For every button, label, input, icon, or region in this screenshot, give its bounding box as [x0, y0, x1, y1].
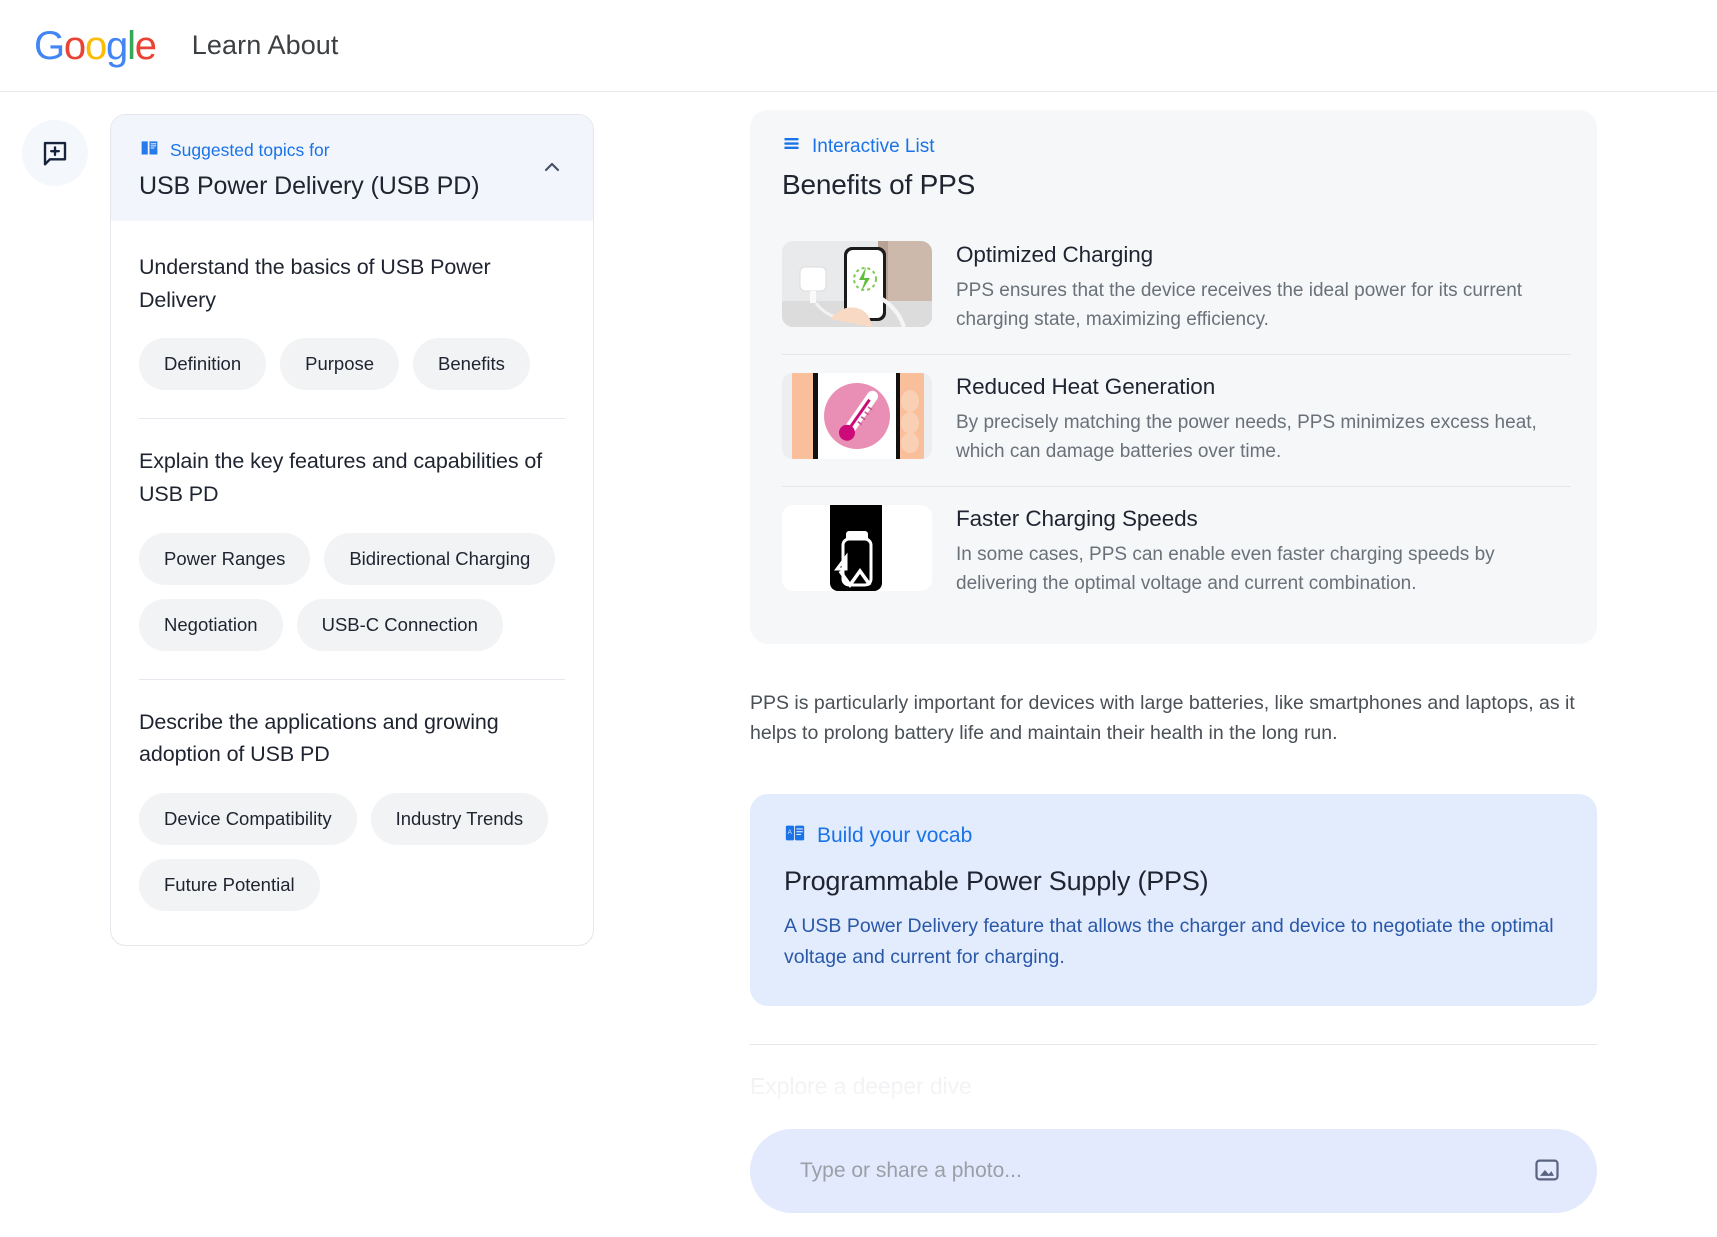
list-item-title: Faster Charging Speeds [956, 506, 1571, 532]
topic-chip[interactable]: Bidirectional Charging [324, 533, 555, 585]
suggested-topics-title: USB Power Delivery (USB PD) [139, 172, 567, 201]
vocab-card-icon: A [784, 822, 806, 850]
top-bar: Google Learn About [0, 0, 1717, 92]
topic-group-title: Understand the basics of USB Power Deliv… [139, 251, 565, 316]
logo-letter-3: g [106, 26, 127, 66]
body-paragraph: PPS is particularly important for device… [750, 688, 1597, 748]
topic-chip[interactable]: Definition [139, 338, 266, 390]
list-item-description: In some cases, PPS can enable even faste… [956, 541, 1571, 598]
composer[interactable] [750, 1129, 1597, 1213]
vocab-definition: A USB Power Delivery feature that allows… [784, 911, 1565, 971]
topic-group-title: Describe the applications and growing ad… [139, 706, 565, 771]
composer-area [738, 1077, 1717, 1237]
suggested-topics-body: Understand the basics of USB Power Deliv… [111, 221, 593, 945]
topic-chip-list: Power Ranges Bidirectional Charging Nego… [139, 533, 565, 651]
left-rail [0, 114, 110, 1237]
logo-letter-2: o [85, 26, 106, 66]
list-item[interactable]: Faster Charging Speeds In some cases, PP… [782, 486, 1571, 618]
interactive-list-eyebrow: Interactive List [782, 134, 1571, 159]
logo-letter-5: e [135, 26, 156, 66]
topic-chip[interactable]: Power Ranges [139, 533, 310, 585]
logo-letter-1: o [64, 26, 85, 66]
topic-chip[interactable]: USB-C Connection [297, 599, 503, 651]
next-section-faded-heading: Explore a deeper dive [750, 1073, 1597, 1100]
chevron-up-icon [540, 155, 564, 182]
list-item-text: Optimized Charging PPS ensures that the … [956, 241, 1571, 334]
list-item[interactable]: Reduced Heat Generation By precisely mat… [782, 354, 1571, 486]
build-vocab-eyebrow: A Build your vocab [784, 822, 1565, 850]
list-item-description: PPS ensures that the device receives the… [956, 277, 1571, 334]
collapse-suggestions-button[interactable] [535, 151, 569, 185]
interactive-list-card: Interactive List Benefits of PPS [750, 110, 1597, 644]
topic-group-title: Explain the key features and capabilitie… [139, 445, 565, 510]
book-icon [139, 137, 160, 163]
share-photo-button[interactable] [1525, 1149, 1569, 1193]
suggested-topics-eyebrow-label: Suggested topics for [170, 140, 330, 161]
topic-chip-list: Definition Purpose Benefits [139, 338, 565, 390]
vocab-term: Programmable Power Supply (PPS) [784, 866, 1565, 897]
interactive-list-eyebrow-label: Interactive List [812, 136, 935, 158]
image-icon [1533, 1156, 1561, 1187]
topic-chip-list: Device Compatibility Industry Trends Fut… [139, 793, 565, 911]
list-item[interactable]: Optimized Charging PPS ensures that the … [782, 223, 1571, 354]
topic-chip[interactable]: Purpose [280, 338, 399, 390]
build-vocab-eyebrow-label: Build your vocab [817, 824, 972, 848]
suggested-topics-eyebrow: Suggested topics for [139, 137, 567, 163]
topic-chip[interactable]: Device Compatibility [139, 793, 357, 845]
topic-group: Describe the applications and growing ad… [139, 679, 565, 911]
app-title: Learn About [192, 30, 339, 61]
topic-group: Understand the basics of USB Power Deliv… [139, 225, 565, 390]
new-chat-icon [40, 138, 70, 168]
list-item-text: Faster Charging Speeds In some cases, PP… [956, 505, 1571, 598]
suggested-topics-header: Suggested topics for USB Power Delivery … [111, 115, 593, 221]
new-chat-button[interactable] [22, 120, 88, 186]
svg-text:A: A [788, 829, 793, 836]
topic-chip[interactable]: Future Potential [139, 859, 320, 911]
list-item-text: Reduced Heat Generation By precisely mat… [956, 373, 1571, 466]
logo-letter-0: G [34, 26, 64, 66]
battery-charging-icon [782, 505, 932, 591]
page-body: Suggested topics for USB Power Delivery … [0, 92, 1717, 1237]
left-column: Suggested topics for USB Power Delivery … [0, 92, 738, 1237]
google-logo: Google [34, 26, 156, 66]
list-item-description: By precisely matching the power needs, P… [956, 409, 1571, 466]
topic-chip[interactable]: Benefits [413, 338, 530, 390]
main-content: Interactive List Benefits of PPS [738, 92, 1717, 1237]
message-input[interactable] [800, 1159, 1525, 1183]
list-icon [782, 134, 801, 159]
topic-group: Explain the key features and capabilitie… [139, 418, 565, 650]
list-item-title: Reduced Heat Generation [956, 374, 1571, 400]
suggested-topics-card: Suggested topics for USB Power Delivery … [110, 114, 594, 946]
thermometer-illustration [782, 373, 932, 459]
logo-letter-4: l [127, 26, 135, 66]
list-item-title: Optimized Charging [956, 242, 1571, 268]
interactive-list-title: Benefits of PPS [782, 169, 1571, 201]
phone-charging-photo [782, 241, 932, 327]
build-vocab-card: A Build your vocab Programmable Power Su… [750, 794, 1597, 1005]
topic-chip[interactable]: Industry Trends [371, 793, 549, 845]
section-divider [750, 1044, 1597, 1045]
topic-chip[interactable]: Negotiation [139, 599, 283, 651]
